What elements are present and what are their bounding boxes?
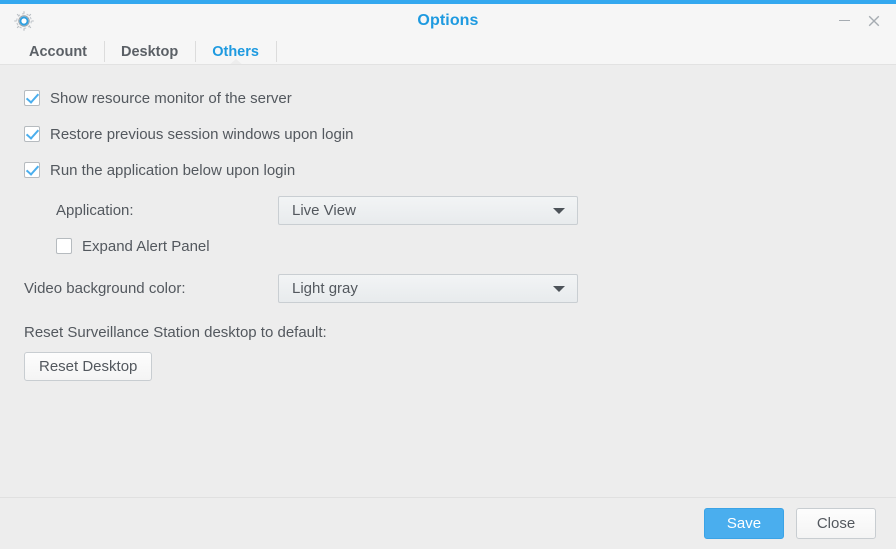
dialog-footer: Save Close (0, 497, 896, 549)
video-background-color-select-value: Light gray (292, 279, 358, 297)
close-icon[interactable] (860, 7, 888, 35)
checkbox-expand-alert-panel[interactable] (56, 238, 72, 254)
tab-divider (275, 41, 277, 62)
checkbox-restore-previous-session[interactable] (24, 126, 40, 142)
checkbox-row-expand-alert-panel[interactable]: Expand Alert Panel (56, 233, 896, 259)
reset-desktop-button-label: Reset Desktop (39, 358, 138, 375)
tab-desktop-label: Desktop (121, 43, 179, 60)
tab-desktop[interactable]: Desktop (104, 38, 195, 65)
checkbox-expand-alert-panel-label: Expand Alert Panel (82, 237, 210, 255)
video-background-color-label: Video background color: (24, 279, 186, 297)
tab-bar: Account Desktop Others (0, 37, 896, 66)
tab-others[interactable]: Others (195, 38, 276, 66)
checkbox-row-run-application-on-login[interactable]: Run the application below upon login (24, 157, 896, 183)
window-title: Options (417, 12, 479, 29)
options-others-panel: Show resource monitor of the server Rest… (0, 65, 896, 497)
tab-account-label: Account (29, 43, 87, 60)
checkbox-restore-previous-session-label: Restore previous session windows upon lo… (50, 125, 354, 143)
tab-account[interactable]: Account (12, 38, 104, 65)
options-window: Options Account Desktop Others Show reso… (0, 0, 896, 549)
checkbox-row-show-resource-monitor[interactable]: Show resource monitor of the server (24, 85, 896, 111)
application-select-value: Live View (292, 201, 356, 219)
checkbox-run-application-on-login[interactable] (24, 162, 40, 178)
reset-desktop-button[interactable]: Reset Desktop (24, 352, 153, 381)
checkbox-show-resource-monitor-label: Show resource monitor of the server (50, 89, 292, 107)
application-label: Application: (56, 201, 134, 219)
reset-desktop-description: Reset Surveillance Station desktop to de… (24, 324, 327, 341)
minimize-icon[interactable] (830, 7, 858, 35)
video-background-color-field-row: Video background color: Light gray (24, 273, 896, 303)
chevron-down-icon (553, 208, 565, 214)
checkbox-row-restore-previous-session[interactable]: Restore previous session windows upon lo… (24, 121, 896, 147)
chevron-down-icon (553, 286, 565, 292)
video-background-color-select[interactable]: Light gray (278, 273, 578, 303)
close-button[interactable]: Close (796, 508, 876, 539)
save-button-label: Save (726, 515, 762, 532)
save-button[interactable]: Save (704, 508, 784, 539)
window-titlebar: Options (0, 4, 896, 37)
checkbox-run-application-on-login-label: Run the application below upon login (50, 161, 296, 179)
close-button-label: Close (816, 515, 856, 532)
window-controls (830, 4, 888, 37)
application-select[interactable]: Live View (278, 195, 578, 225)
tab-others-label: Others (212, 43, 259, 60)
checkbox-show-resource-monitor[interactable] (24, 90, 40, 106)
application-field-row: Application: Live View (56, 195, 896, 225)
